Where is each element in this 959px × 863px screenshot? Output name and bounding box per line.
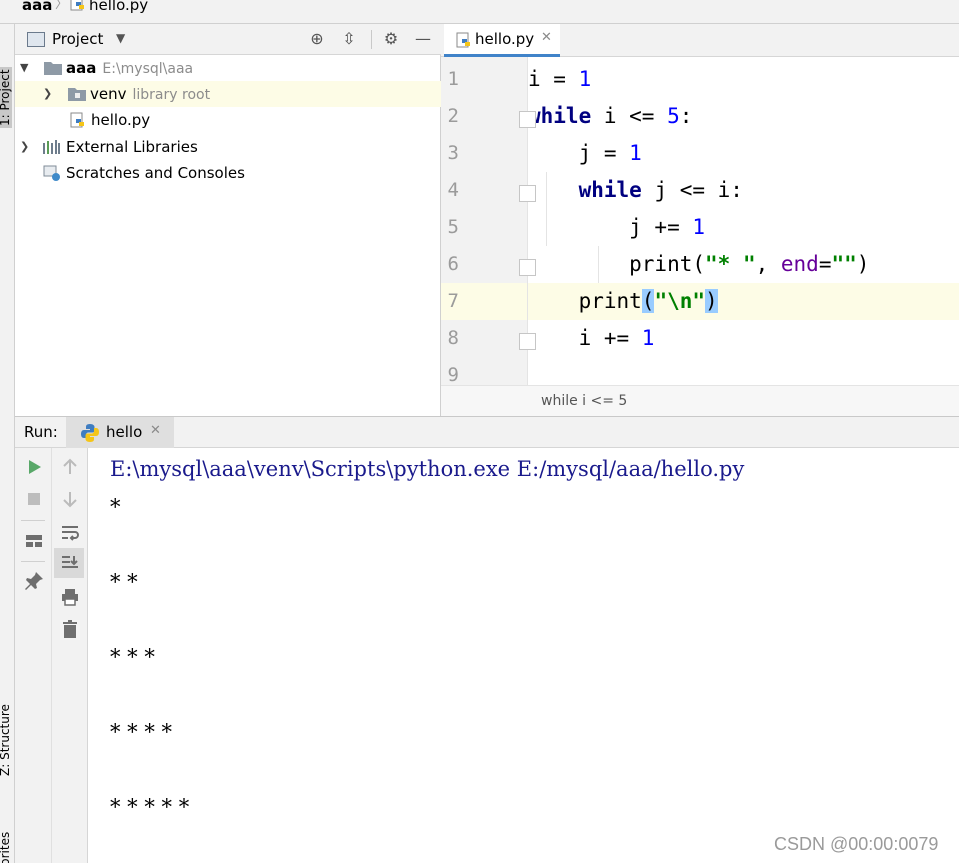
soft-wrap-icon[interactable]	[59, 521, 81, 543]
line-number: 5	[447, 216, 459, 238]
line-number: 7	[447, 290, 459, 312]
tab-hello-py[interactable]: hello.py ✕	[444, 24, 560, 57]
console-line: * * * * *	[110, 795, 190, 819]
pin-icon[interactable]	[23, 570, 45, 592]
project-tool-tab[interactable]: 1: Project	[0, 67, 12, 128]
run-panel: Run: hello ✕ E:\mysql\aaa\venv\Scripts\p…	[15, 416, 959, 863]
project-panel-header: Project ▼ ⊕ ⇳ ⚙ —	[15, 24, 441, 55]
libraries-icon	[43, 140, 60, 154]
code-editor: hello.py ✕ 1 2 3 4 5 6 7 8 9 i = 1 while…	[441, 24, 959, 416]
minimize-icon[interactable]: —	[413, 29, 433, 49]
watermark: CSDN @00:00:0079	[774, 834, 939, 854]
fold-end-icon[interactable]	[519, 333, 536, 350]
locate-icon[interactable]: ⊕	[307, 29, 327, 49]
fold-marker-icon[interactable]	[519, 185, 536, 202]
breadcrumb: aaa 〉 hello.py	[0, 0, 959, 24]
code-line: while i <= 5:	[528, 104, 693, 128]
line-number: 9	[447, 364, 459, 385]
editor-breadcrumb-bar: while i <= 5	[441, 385, 959, 416]
toolbar-separator	[21, 561, 45, 562]
close-icon[interactable]: ✕	[150, 423, 161, 438]
run-toolbar-secondary	[52, 448, 88, 863]
tree-item-scratches[interactable]: Scratches and Consoles	[15, 160, 441, 186]
arrow-up-icon[interactable]	[59, 456, 81, 478]
console-line: * * * *	[110, 720, 173, 744]
project-view-icon	[27, 32, 45, 47]
arrow-down-icon[interactable]	[59, 488, 81, 510]
tree-item-aaa[interactable]: ▼ aaa E:\mysql\aaa	[15, 55, 441, 81]
stop-icon[interactable]	[23, 488, 45, 510]
tab-label: hello	[106, 423, 143, 441]
console-command-line: E:\mysql\aaa\venv\Scripts\python.exe E:/…	[110, 457, 745, 481]
tree-item-hello-py[interactable]: hello.py	[15, 107, 441, 133]
breadcrumb-project[interactable]: aaa	[22, 0, 52, 16]
python-file-icon	[70, 112, 84, 128]
gear-icon[interactable]: ⚙	[381, 29, 401, 49]
toolbar-separator	[21, 520, 45, 521]
scratches-icon	[43, 165, 60, 181]
line-number: 2	[447, 105, 459, 127]
chevron-down-icon[interactable]: ▼	[116, 31, 125, 45]
collapse-all-icon[interactable]: ⇳	[339, 29, 359, 49]
code-line: j += 1	[528, 215, 706, 239]
folder-icon	[68, 88, 86, 101]
tab-label: hello.py	[475, 30, 535, 48]
line-number: 8	[447, 327, 459, 349]
line-number: 1	[447, 68, 459, 90]
tree-item-label: aaa	[66, 59, 97, 77]
scroll-to-end-icon[interactable]	[59, 552, 81, 574]
code-line-current: print("\n")	[528, 283, 959, 320]
run-toolbar-primary	[15, 448, 52, 863]
chevron-right-icon[interactable]: ❯	[43, 81, 52, 107]
chevron-down-icon[interactable]: ▼	[20, 55, 28, 81]
console-line: *	[110, 495, 121, 519]
code-line: while j <= i:	[578, 178, 743, 202]
tree-item-label: venv	[90, 85, 127, 103]
fold-end-icon[interactable]	[519, 259, 536, 276]
tree-item-external-libraries[interactable]: ❯ External Libraries	[15, 134, 441, 160]
line-number: 4	[447, 179, 459, 201]
folder-icon	[44, 62, 62, 75]
console-line: * * *	[110, 645, 155, 669]
layout-icon[interactable]	[23, 530, 45, 552]
fold-marker-icon[interactable]	[519, 111, 536, 128]
tab-run-hello[interactable]: hello ✕	[66, 417, 174, 448]
header-divider	[371, 30, 372, 49]
editor-tab-bar: hello.py ✕	[441, 24, 959, 57]
python-file-icon	[70, 0, 84, 11]
tree-item-label: External Libraries	[66, 138, 198, 156]
run-panel-header: Run: hello ✕	[15, 417, 959, 448]
line-number: 6	[447, 253, 459, 275]
python-icon	[81, 424, 99, 442]
code-line: i = 1	[528, 67, 592, 91]
editor-gutter: 1 2 3 4 5 6 7 8 9	[441, 57, 528, 385]
code-line: print("* ", end="")	[528, 252, 870, 276]
tree-item-venv[interactable]: ❯ venv library root	[15, 81, 441, 107]
close-icon[interactable]: ✕	[541, 30, 552, 45]
left-tool-strip: 1: Project Z: Structure Favorites	[0, 24, 15, 863]
print-icon[interactable]	[59, 586, 81, 608]
chevron-right-icon[interactable]: ❯	[20, 134, 29, 160]
trash-icon[interactable]	[59, 618, 81, 640]
breadcrumb-separator: 〉	[55, 0, 69, 12]
console-line: * *	[110, 570, 138, 594]
tree-item-path: library root	[132, 87, 211, 103]
run-label: Run:	[24, 423, 58, 441]
project-panel: Project ▼ ⊕ ⇳ ⚙ — ▼ aaa E:\mysql\aaa ❯ ve…	[15, 24, 441, 416]
code-line: i += 1	[528, 326, 655, 350]
scope-breadcrumb[interactable]: while i <= 5	[541, 393, 627, 409]
tree-item-label: Scratches and Consoles	[66, 164, 245, 182]
console-output[interactable]: E:\mysql\aaa\venv\Scripts\python.exe E:/…	[88, 448, 959, 863]
code-text-area[interactable]: i = 1 while i <= 5: j = 1 while j <= i: …	[528, 57, 959, 385]
line-number: 3	[447, 142, 459, 164]
code-line: j = 1	[528, 141, 642, 165]
python-file-icon	[456, 32, 470, 48]
tree-item-path: E:\mysql\aaa	[102, 61, 194, 77]
favorites-tool-tab[interactable]: Favorites	[0, 832, 12, 863]
project-view-title[interactable]: Project	[52, 30, 103, 48]
tree-item-label: hello.py	[91, 111, 151, 129]
structure-tool-tab[interactable]: Z: Structure	[0, 704, 12, 776]
breadcrumb-file[interactable]: hello.py	[89, 0, 148, 16]
play-icon[interactable]	[23, 456, 45, 478]
